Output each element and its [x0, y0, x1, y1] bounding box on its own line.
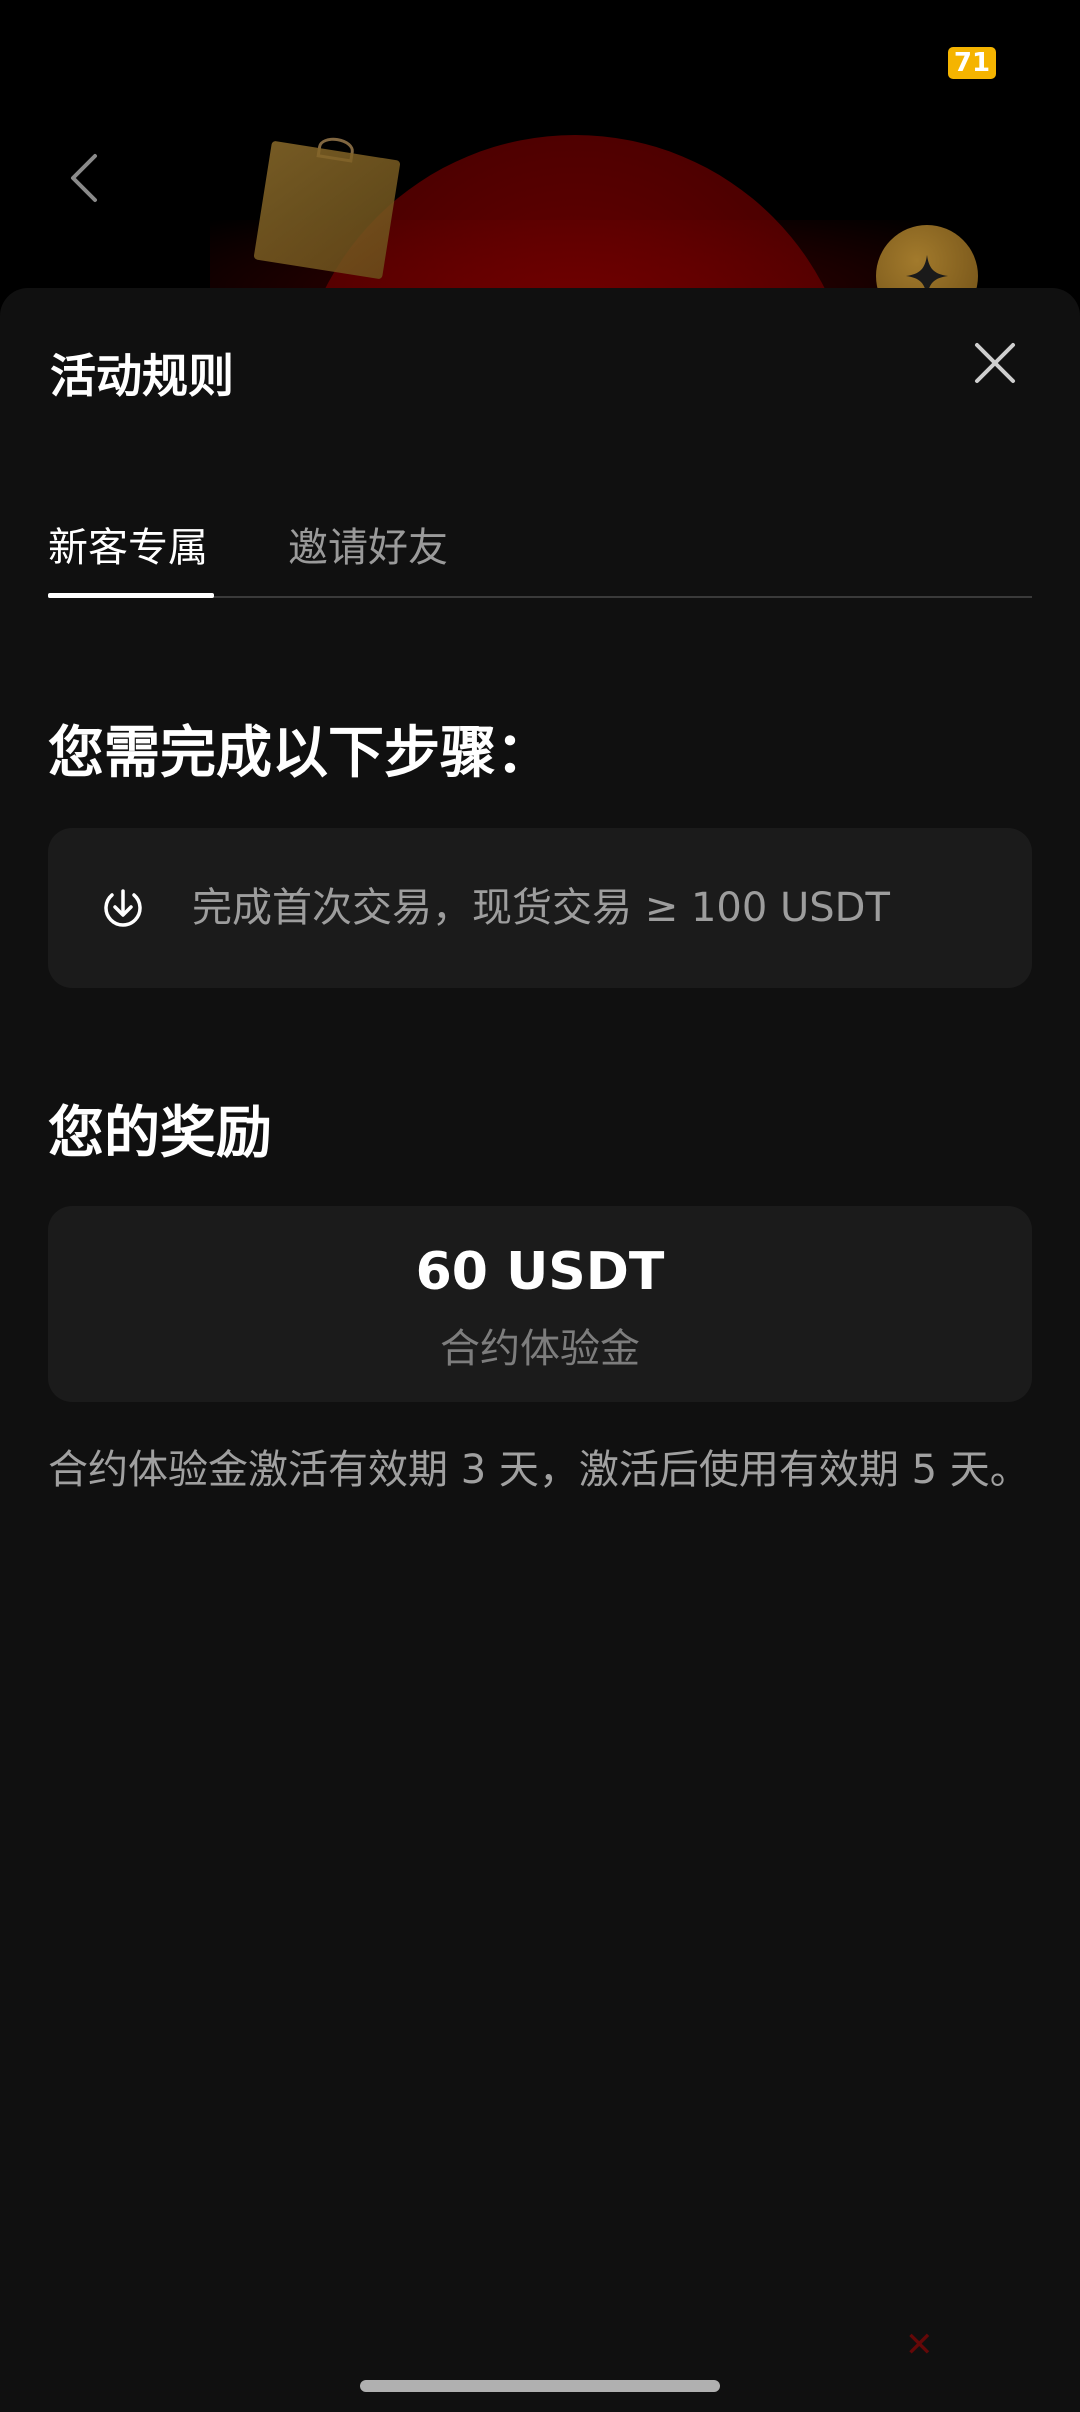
- reward-amount: 60 USDT: [415, 1242, 665, 1302]
- steps-heading: 您需完成以下步骤：: [48, 721, 552, 786]
- reward-heading: 您的奖励: [48, 1101, 272, 1166]
- tab-bar: 新客专属 邀请好友: [48, 513, 1032, 598]
- reward-card: 60 USDT 合约体验金: [48, 1206, 1032, 1402]
- battery-badge: 71: [948, 47, 996, 79]
- background-page: 71: [0, 0, 1080, 300]
- reward-label: 合约体验金: [440, 1326, 640, 1372]
- close-icon: [975, 343, 1015, 383]
- gift-box-icon: [253, 140, 401, 280]
- chevron-left-icon: [71, 154, 97, 202]
- home-indicator[interactable]: [360, 2380, 720, 2392]
- back-button[interactable]: [58, 148, 108, 208]
- reward-note: 合约体验金激活有效期 3 天，激活后使用有效期 5 天。: [48, 1447, 1030, 1493]
- watermark-logo: ✕: [905, 2325, 934, 2365]
- tab-new-customer[interactable]: 新客专属: [48, 513, 214, 598]
- step-text: 完成首次交易，现货交易 ≥ 100 USDT: [192, 885, 890, 931]
- rules-sheet: 活动规则 新客专属 邀请好友 您需完成以下步骤： 完成首次交易，现货交易 ≥ 1…: [0, 288, 1080, 2412]
- close-button[interactable]: [970, 338, 1020, 388]
- sheet-title: 活动规则: [50, 349, 234, 403]
- tab-invite-friends[interactable]: 邀请好友: [288, 513, 448, 596]
- step-card: 完成首次交易，现货交易 ≥ 100 USDT: [48, 828, 1032, 988]
- download-circle-icon: [104, 889, 142, 927]
